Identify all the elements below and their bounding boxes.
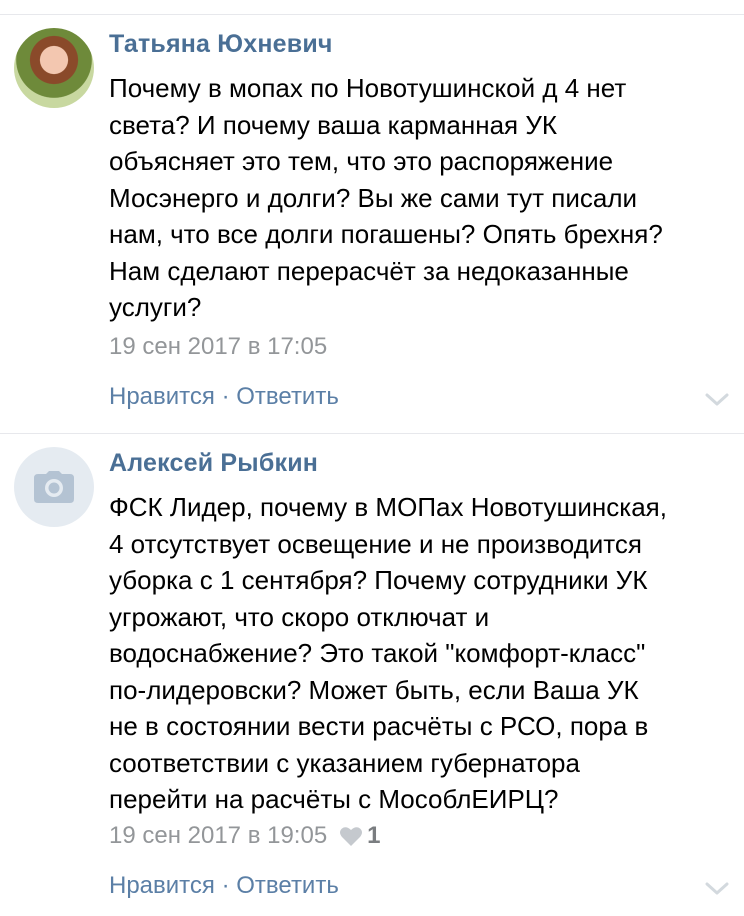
likes-count: 1 bbox=[367, 822, 381, 849]
comment-date-row: 19 сен 2017 в 17:05 bbox=[109, 333, 327, 361]
avatar[interactable] bbox=[14, 447, 94, 527]
reply-button[interactable]: Ответить bbox=[236, 872, 339, 899]
avatar[interactable] bbox=[14, 28, 94, 108]
top-divider bbox=[0, 14, 744, 15]
comment-actions: Нравится · Ответить bbox=[109, 383, 339, 411]
comment-text: ФСК Лидер, почему в МОПах Новотушинская,… bbox=[109, 492, 667, 814]
reply-button[interactable]: Ответить bbox=[236, 383, 339, 410]
heart-icon bbox=[340, 826, 363, 846]
comment-date-row: 19 сен 2017 в 19:05 1 bbox=[109, 822, 381, 850]
action-separator: · bbox=[221, 872, 237, 899]
comment-divider bbox=[0, 433, 744, 434]
like-button[interactable]: Нравится bbox=[109, 383, 215, 410]
comment-author[interactable]: Алексей Рыбкин bbox=[109, 449, 318, 478]
like-button[interactable]: Нравится bbox=[109, 872, 215, 899]
likes-counter[interactable]: 1 bbox=[339, 822, 381, 850]
comment-text: Почему в мопах по Новотушинской д 4 нет … bbox=[109, 73, 663, 322]
comment-date[interactable]: 19 сен 2017 в 17:05 bbox=[109, 333, 327, 361]
chevron-down-icon[interactable] bbox=[704, 391, 730, 409]
camera-icon bbox=[34, 471, 74, 503]
chevron-down-icon[interactable] bbox=[704, 880, 730, 898]
comment-author[interactable]: Татьяна Юхневич bbox=[109, 30, 333, 59]
comment-date[interactable]: 19 сен 2017 в 19:05 bbox=[109, 822, 327, 850]
comment-actions: Нравится · Ответить bbox=[109, 872, 339, 900]
action-separator: · bbox=[221, 383, 237, 410]
